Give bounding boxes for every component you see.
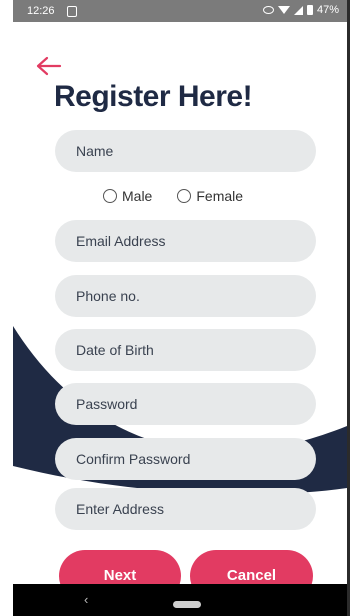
signal-icon [293,5,303,15]
page-title: Register Here! [54,80,253,113]
back-arrow-icon [36,56,62,76]
wifi-icon [277,6,290,14]
frame-edge-left [0,0,14,616]
cancel-button[interactable]: Cancel [190,550,313,584]
battery-percent: 47% [316,4,339,16]
nav-home-pill[interactable] [173,601,201,608]
gender-female-option[interactable]: Female [177,188,243,204]
notification-icon [67,6,77,17]
status-bar: 12:26 47% [13,0,347,22]
email-field[interactable] [55,220,316,262]
system-nav-bar: ‹ [13,584,347,616]
status-time: 12:26 [27,5,55,17]
data-saver-icon [262,6,274,14]
nav-back-icon[interactable]: ‹ [84,592,88,607]
gender-male-option[interactable]: Male [103,188,152,204]
male-radio[interactable] [103,189,117,203]
female-radio[interactable] [177,189,192,203]
confirm-password-field[interactable] [55,438,316,480]
battery-icon [306,5,313,15]
name-field[interactable] [55,130,316,172]
dob-field[interactable] [55,329,316,371]
register-screen: Register Here! Male Female Next Cancel [13,22,347,584]
password-field[interactable] [55,383,316,425]
status-icons: 47% [262,4,339,16]
male-label: Male [122,188,153,204]
gender-selector: Male Female [103,188,243,204]
address-field[interactable] [55,488,316,530]
back-button[interactable] [36,56,62,81]
phone-field[interactable] [55,275,316,317]
female-label: Female [196,188,244,204]
next-button[interactable]: Next [59,550,181,584]
